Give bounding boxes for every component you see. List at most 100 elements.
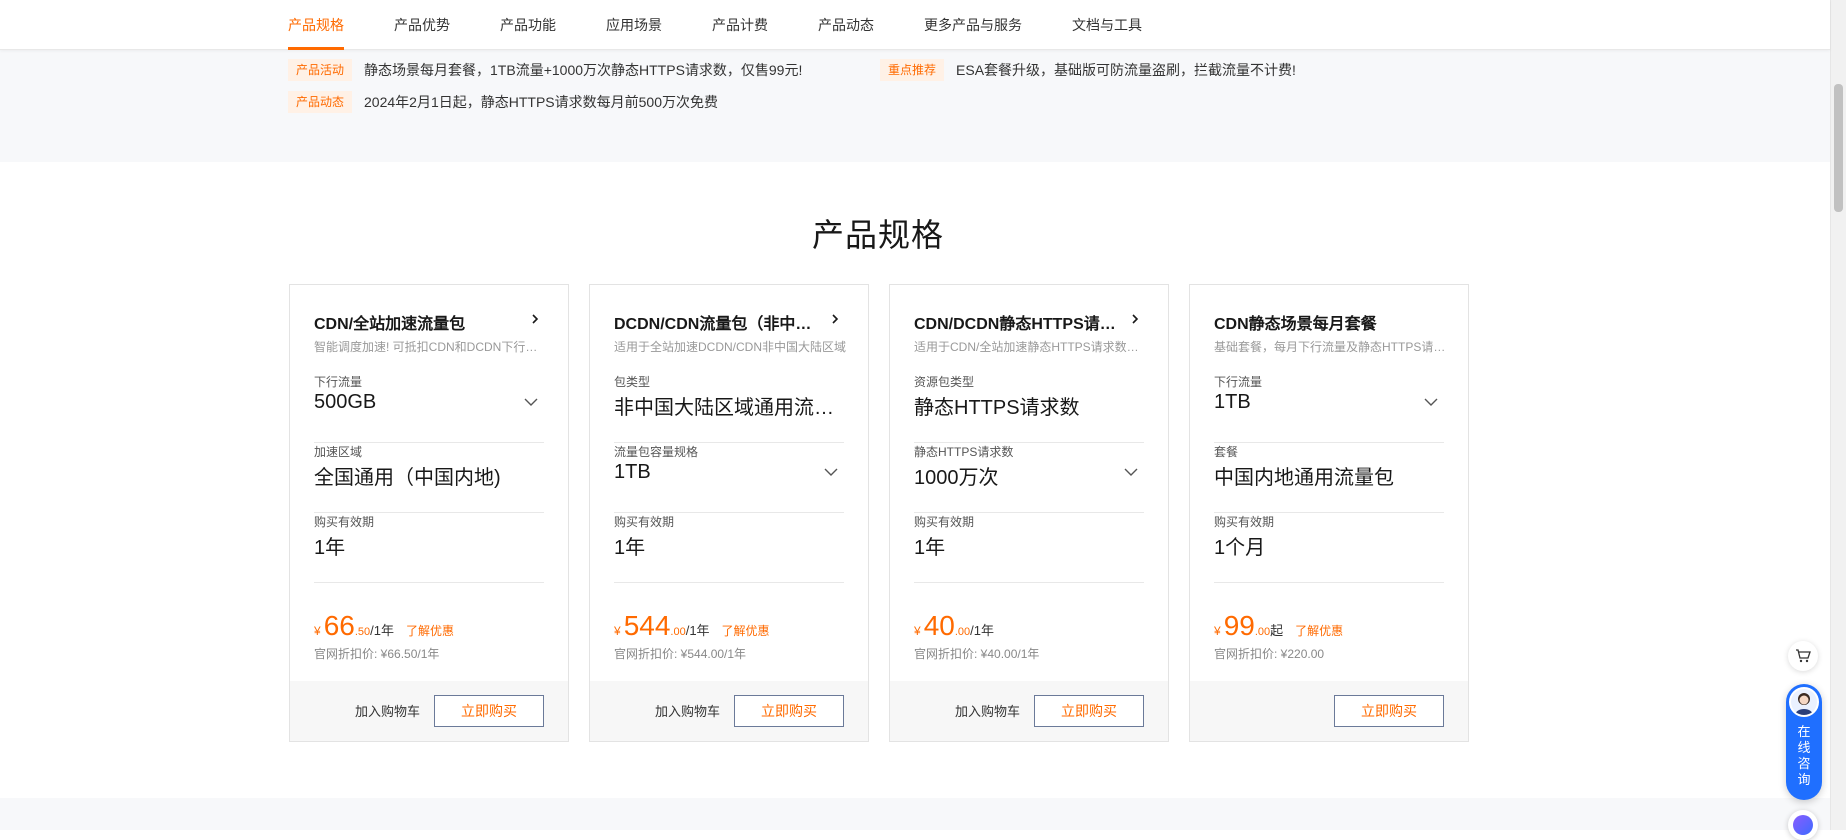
card-title-link[interactable]: DCDN/CDN流量包（非中国大陆） <box>614 310 844 334</box>
official-price: 官网折扣价: ¥220.00 <box>1214 647 1325 661</box>
product-card: DCDN/CDN流量包（非中国大陆） 适用于全站加速DCDN/CDN非中国大陆区… <box>589 284 869 742</box>
option-acceleration-region: 加速区域 全国通用（中国内地) <box>314 443 544 513</box>
tab-product-news[interactable]: 产品动态 <box>818 0 874 50</box>
option-value: 1年 <box>314 537 346 559</box>
option-label: 购买有效期 <box>614 515 675 529</box>
card-description: 基础套餐，每月下行流量及静态HTTPS请求数 <box>1214 340 1446 354</box>
promo-link[interactable]: 了解优惠 <box>406 622 454 639</box>
ai-assistant-button[interactable] <box>1788 810 1818 840</box>
price-integer: 66 <box>323 610 355 641</box>
add-to-cart-button[interactable]: 加入购物车 <box>655 701 720 720</box>
add-to-cart-button[interactable]: 加入购物车 <box>355 701 420 720</box>
chevron-right-icon <box>832 314 839 324</box>
announcement-text: ESA套餐升级，基础版可防流量盗刷，拦截流量不计费! <box>956 62 1296 78</box>
chevron-down-icon <box>1124 468 1138 476</box>
chevron-down-icon <box>524 398 538 406</box>
card-footer: 加入购物车 立即购买 <box>290 681 568 741</box>
top-nav: 产品规格 产品优势 产品功能 应用场景 产品计费 产品动态 更多产品与服务 文档… <box>0 0 1830 50</box>
option-downstream-traffic[interactable]: 下行流量 500GB <box>314 373 544 443</box>
tab-pricing[interactable]: 产品计费 <box>712 0 768 50</box>
consult-char: 在 <box>1797 724 1811 739</box>
tab-label: 产品计费 <box>712 17 768 33</box>
announcement-item[interactable]: 重点推荐 ESA套餐升级，基础版可防流量盗刷，拦截流量不计费! <box>880 58 1296 82</box>
card-title: DCDN/CDN流量包（非中国大陆） <box>614 316 826 333</box>
option-value: 1000万次 <box>914 467 999 489</box>
option-label: 购买有效期 <box>914 515 975 529</box>
price-row: ¥ 99 .00 起 了解优惠 <box>1214 611 1444 645</box>
announcement-item[interactable]: 产品动态 2024年2月1日起，静态HTTPS请求数每月前500万次免费 <box>288 90 718 114</box>
option-value: 1年 <box>614 537 646 559</box>
option-label: 流量包容量规格 <box>614 445 699 459</box>
buy-now-button[interactable]: 立即购买 <box>734 695 844 727</box>
section-title: 产品规格 <box>811 217 944 253</box>
buy-now-button[interactable]: 立即购买 <box>434 695 544 727</box>
chevron-down-icon <box>1424 398 1438 406</box>
card-footer: 加入购物车 立即购买 <box>590 681 868 741</box>
announcement-item[interactable]: 产品活动 静态场景每月套餐，1TB流量+1000万次静态HTTPS请求数，仅售9… <box>288 58 802 82</box>
scrollbar-thumb[interactable] <box>1834 84 1843 212</box>
option-value: 非中国大陆区域通用流量包 <box>614 397 836 419</box>
option-downstream-traffic[interactable]: 下行流量 1TB <box>1214 373 1444 443</box>
card-description: 智能调度加速! 可抵扣CDN和DCDN下行流量 <box>314 340 546 354</box>
product-card: CDN/全站加速流量包 智能调度加速! 可抵扣CDN和DCDN下行流量 下行流量… <box>289 284 569 742</box>
announcement-bar: 产品活动 静态场景每月套餐，1TB流量+1000万次静态HTTPS请求数，仅售9… <box>0 50 1830 162</box>
announcement-tag: 重点推荐 <box>880 59 945 81</box>
price-integer: 544 <box>623 610 671 641</box>
tab-use-cases[interactable]: 应用场景 <box>606 0 662 50</box>
price-integer: 99 <box>1223 610 1255 641</box>
card-title-text: CDN静态场景每月套餐 <box>1214 316 1377 333</box>
card-footer: 加入购物车 立即购买 <box>890 681 1168 741</box>
official-price: 官网折扣价: ¥544.00/1年 <box>614 647 747 661</box>
option-label: 购买有效期 <box>314 515 375 529</box>
promo-link[interactable]: 了解优惠 <box>722 622 770 639</box>
tab-product-features[interactable]: 产品功能 <box>500 0 556 50</box>
chevron-right-icon <box>532 314 539 324</box>
card-title: CDN/DCDN静态HTTPS请求数包 <box>914 316 1126 333</box>
official-price: 官网折扣价: ¥40.00/1年 <box>914 647 1040 661</box>
card-title-link[interactable]: CDN/全站加速流量包 <box>314 310 544 334</box>
option-package-type: 包类型 非中国大陆区域通用流量包 <box>614 373 844 443</box>
option-value: 中国内地通用流量包 <box>1214 467 1394 489</box>
price-decimal: .00 <box>1254 626 1271 638</box>
option-label: 购买有效期 <box>1214 515 1275 529</box>
card-title: CDN/全站加速流量包 <box>314 316 466 333</box>
tab-label: 产品规格 <box>288 17 344 33</box>
floating-cart-button[interactable] <box>1788 641 1818 671</box>
option-value: 1TB <box>1214 391 1251 413</box>
price-row: ¥ 66 .50 /1年 了解优惠 <box>314 611 544 645</box>
price-unit: /1年 <box>970 623 994 638</box>
price-row: ¥ 40 .00 /1年 <box>914 611 1144 645</box>
tab-label: 应用场景 <box>606 17 662 33</box>
page-scrollbar[interactable] <box>1830 0 1846 830</box>
tab-docs-tools[interactable]: 文档与工具 <box>1072 0 1142 50</box>
option-value: 静态HTTPS请求数 <box>914 397 1080 419</box>
next-section-band <box>0 798 1830 830</box>
currency-symbol: ¥ <box>1214 624 1221 638</box>
price-row: ¥ 544 .00 /1年 了解优惠 <box>614 611 844 645</box>
buy-now-button[interactable]: 立即购买 <box>1334 695 1444 727</box>
agent-avatar <box>1789 687 1819 717</box>
option-plan: 套餐 中国内地通用流量包 <box>1214 443 1444 513</box>
option-capacity[interactable]: 流量包容量规格 1TB <box>614 443 844 513</box>
option-label: 套餐 <box>1214 445 1239 459</box>
tab-product-specs[interactable]: 产品规格 <box>288 0 344 50</box>
option-label: 资源包类型 <box>914 375 975 389</box>
card-footer: 立即购买 <box>1190 681 1468 741</box>
promo-link[interactable]: 了解优惠 <box>1295 622 1343 639</box>
add-to-cart-button[interactable]: 加入购物车 <box>955 701 1020 720</box>
buy-now-button[interactable]: 立即购买 <box>1034 695 1144 727</box>
option-value: 500GB <box>314 391 377 413</box>
price-integer: 40 <box>923 610 955 641</box>
tab-more-products[interactable]: 更多产品与服务 <box>924 0 1022 50</box>
card-description: 适用于CDN/全站加速静态HTTPS请求数抵扣 <box>914 340 1146 354</box>
option-validity-period: 购买有效期 1年 <box>314 513 544 583</box>
tab-product-advantages[interactable]: 产品优势 <box>394 0 450 50</box>
online-consult-button[interactable]: 在 线 咨 询 <box>1786 684 1822 800</box>
card-title-link[interactable]: CDN/DCDN静态HTTPS请求数包 <box>914 310 1144 334</box>
price-decimal: .00 <box>954 626 971 638</box>
tab-label: 产品功能 <box>500 17 556 33</box>
option-label: 加速区域 <box>314 445 363 459</box>
price-unit: 起 <box>1270 623 1284 638</box>
tab-label: 文档与工具 <box>1072 17 1142 33</box>
option-https-requests[interactable]: 静态HTTPS请求数 1000万次 <box>914 443 1144 513</box>
